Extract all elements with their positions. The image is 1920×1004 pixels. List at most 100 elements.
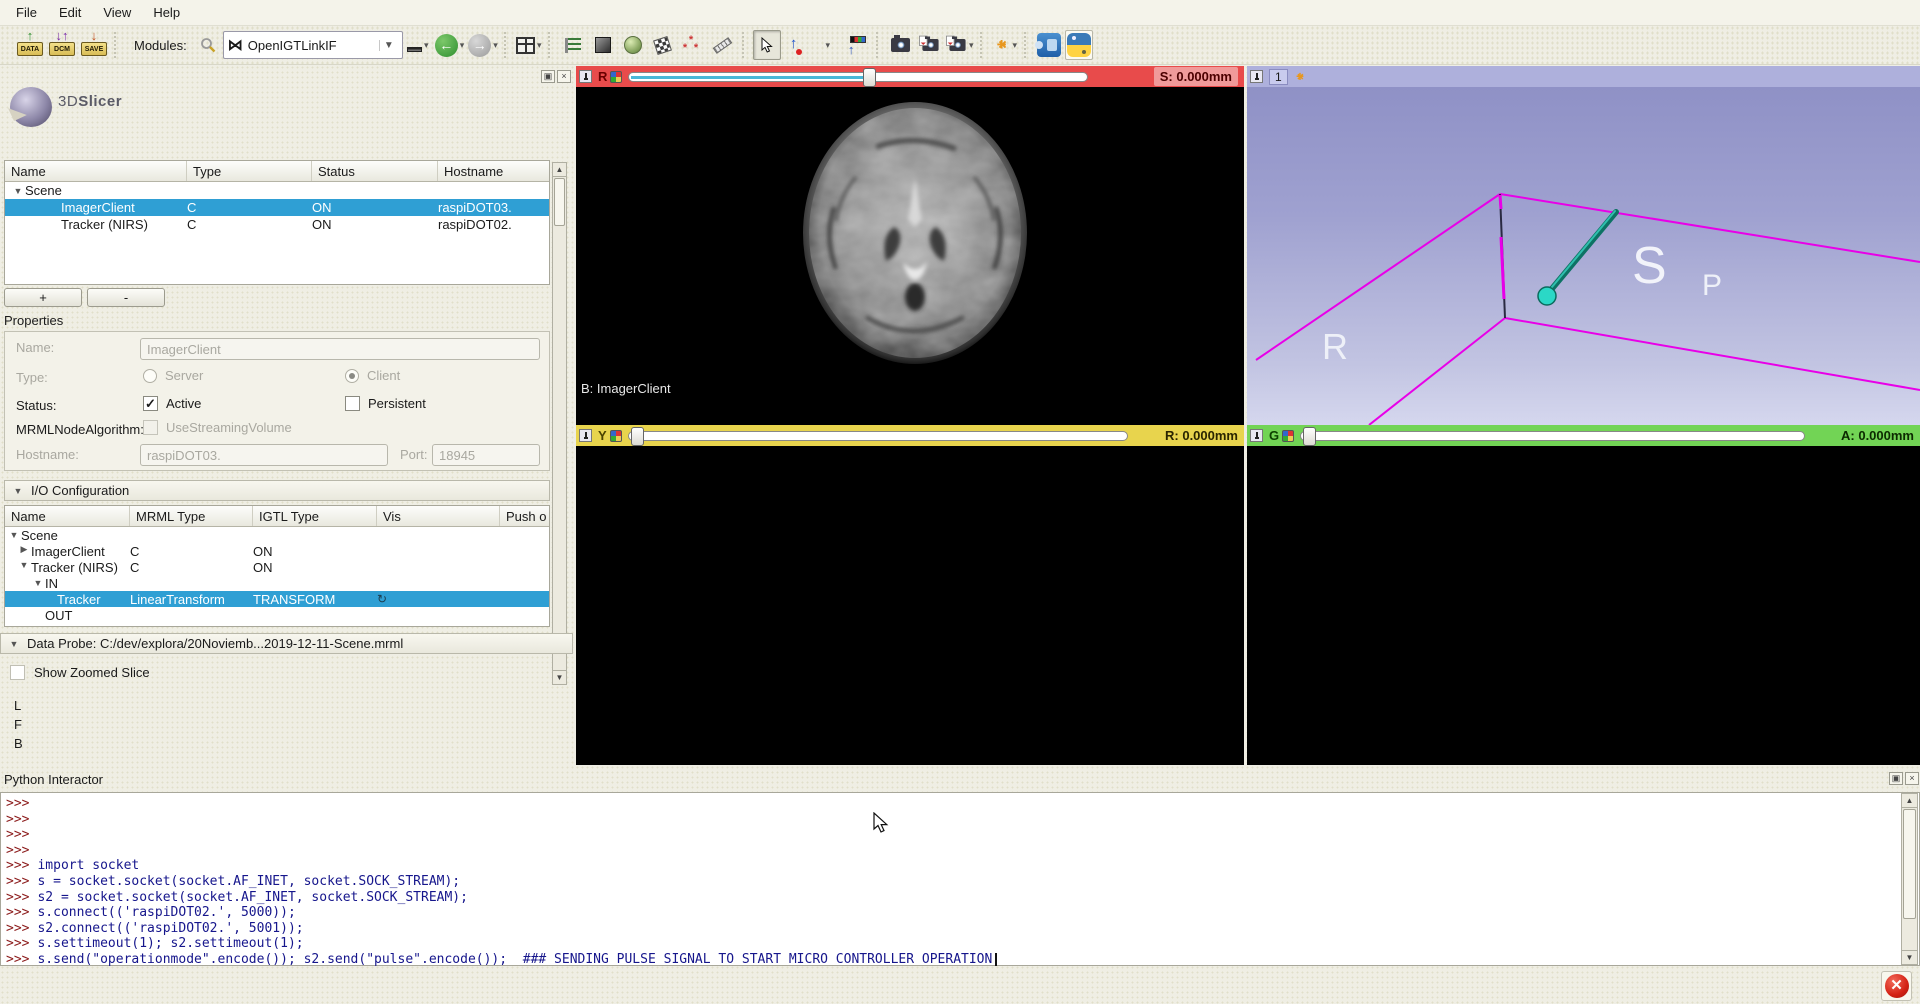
scroll-down-icon[interactable]: ▼ [553,670,566,684]
menu-help[interactable]: Help [143,2,190,23]
python-console[interactable]: >>> >>> >>> >>> >>>import socket >>>s = … [0,792,1920,966]
type-client-radio[interactable]: Client [345,368,400,383]
persistent-checkbox[interactable]: Persistent [345,396,426,411]
slider-handle[interactable] [631,427,644,446]
scene-view-restore-button[interactable]: ▾ [947,30,975,60]
search-icon [200,37,216,53]
transforms-module-button[interactable] [649,30,677,60]
io-col-name[interactable]: Name [5,506,130,526]
io-row-tracker[interactable]: ▼Tracker (NIRS) C ON [5,559,549,575]
type-server-radio[interactable]: Server [143,368,203,383]
red-slice-canvas[interactable]: B: ImagerClient [576,87,1244,425]
mouse-interaction-button[interactable] [753,30,781,60]
show-zoomed-slice-checkbox[interactable]: Show Zoomed Slice [10,665,150,680]
scene-view-capture-button[interactable] [917,30,945,60]
spin-view-icon[interactable]: ++ [1292,69,1306,83]
pin-icon[interactable] [1250,429,1263,442]
layout-selector-button[interactable]: ▾ [515,30,543,60]
axis-label-p: P [1702,269,1722,302]
python-undock-icon[interactable]: ▣ [1889,772,1903,785]
scrollbar-thumb[interactable] [554,178,565,226]
panel-close-icon[interactable]: × [557,70,571,83]
col-status[interactable]: Status [312,161,438,181]
models-module-button[interactable] [619,30,647,60]
io-col-push[interactable]: Push o [500,506,548,526]
io-configuration-section[interactable]: ▼ I/O Configuration [4,480,550,501]
visibility-eye-icon[interactable]: ↻ [377,592,387,606]
module-history-button[interactable]: ▾ [404,30,432,60]
pin-icon[interactable] [1250,70,1263,83]
scroll-up-icon[interactable]: ▲ [1902,794,1917,808]
screenshot-button[interactable] [887,30,915,60]
threed-canvas[interactable]: R S P [1247,87,1920,425]
menu-file[interactable]: File [6,2,47,23]
load-dicom-button[interactable]: ↓↑DCM [47,30,77,60]
green-slice-slider[interactable] [1300,431,1805,441]
module-panel-scrollbar[interactable]: ▲ ▼ [552,162,567,685]
place-fiducial-button[interactable]: ↑ [783,30,811,60]
io-col-vis[interactable]: Vis [377,506,500,526]
fiducials-module-button[interactable]: *** [679,30,707,60]
green-slice-canvas[interactable] [1247,446,1920,765]
volume-module-button[interactable] [589,30,617,60]
port-field[interactable]: 18945 [432,444,540,466]
io-row-scene[interactable]: ▼Scene [5,527,549,543]
data-probe-section[interactable]: ▼ Data Probe: C:/dev/explora/20Noviemb..… [0,633,573,654]
connector-name-field[interactable]: ImagerClient [140,338,540,360]
python-interactor-button[interactable] [1065,30,1093,60]
module-hierarchy-button[interactable] [559,30,587,60]
yellow-slice-slider[interactable] [628,431,1128,441]
python-line: >>> [6,812,1919,828]
panel-undock-icon[interactable]: ▣ [541,70,555,83]
save-button[interactable]: ↓SAVE [79,30,109,60]
streaming-checkbox[interactable]: UseStreamingVolume [143,420,292,435]
scroll-up-icon[interactable]: ▲ [553,163,566,177]
pin-icon[interactable] [579,429,592,442]
menu-view[interactable]: View [93,2,141,23]
colors-flag-button[interactable]: ↑ [843,30,871,60]
io-col-mrml[interactable]: MRML Type [130,506,253,526]
module-selector-combobox[interactable]: ⋈ OpenIGTLinkIF ▼ [223,31,403,59]
connector-row-imagerclient[interactable]: ImagerClient C ON raspiDOT03. [5,199,549,216]
red-slice-bar: R S: 0.000mm [576,66,1244,87]
col-name[interactable]: Name [5,161,187,181]
module-back-button[interactable]: ←▾ [434,30,466,60]
extensions-manager-button[interactable] [1035,30,1063,60]
connector-row-tracker[interactable]: Tracker (NIRS) C ON raspiDOT02. [5,216,549,233]
close-python-button[interactable]: ✕ [1881,971,1912,1001]
hostname-field[interactable]: raspiDOT03. [140,444,388,466]
view-link-icon[interactable] [610,71,622,83]
tree-row-scene[interactable]: ▼Scene [5,182,549,199]
annotations-ruler-button[interactable] [709,30,737,60]
scrollbar-thumb[interactable] [1903,809,1916,919]
module-search-button[interactable] [194,30,222,60]
module-forward-button[interactable]: →▾ [467,30,499,60]
scroll-down-icon[interactable]: ▼ [1902,950,1917,964]
menu-edit[interactable]: Edit [49,2,91,23]
place-mode-dropdown[interactable]: ▾ [813,30,841,60]
red-slice-slider[interactable] [628,72,1088,82]
io-col-igtl[interactable]: IGTL Type [253,506,377,526]
pin-icon[interactable] [579,70,592,83]
active-checkbox[interactable]: ✓Active [143,396,201,411]
io-row-tracker-item[interactable]: Tracker LinearTransform TRANSFORM ↻ [5,591,549,607]
io-row-in[interactable]: ▼IN [5,575,549,591]
load-data-button[interactable]: ↑DATA [15,30,45,60]
remove-connector-button[interactable]: - [87,288,165,307]
crosshair-button[interactable]: ++▾ [991,30,1019,60]
scene-camera-restore-icon [949,39,965,51]
col-type[interactable]: Type [187,161,312,181]
col-hostname[interactable]: Hostname [438,161,548,181]
view-link-icon[interactable] [610,430,622,442]
slider-handle[interactable] [1303,427,1316,446]
yellow-slice-canvas[interactable] [576,446,1244,765]
slider-handle[interactable] [863,68,876,87]
io-row-out[interactable]: OUT [5,607,549,623]
io-row-imagerclient[interactable]: ▶ImagerClient C ON [5,543,549,559]
python-close-icon[interactable]: × [1905,772,1919,785]
axis-label-s: S [1632,237,1667,295]
add-connector-button[interactable]: + [4,288,82,307]
red-slice-viewer: R S: 0.000mm [576,66,1244,425]
console-scrollbar[interactable]: ▲ ▼ [1901,793,1918,965]
view-link-icon[interactable] [1282,430,1294,442]
